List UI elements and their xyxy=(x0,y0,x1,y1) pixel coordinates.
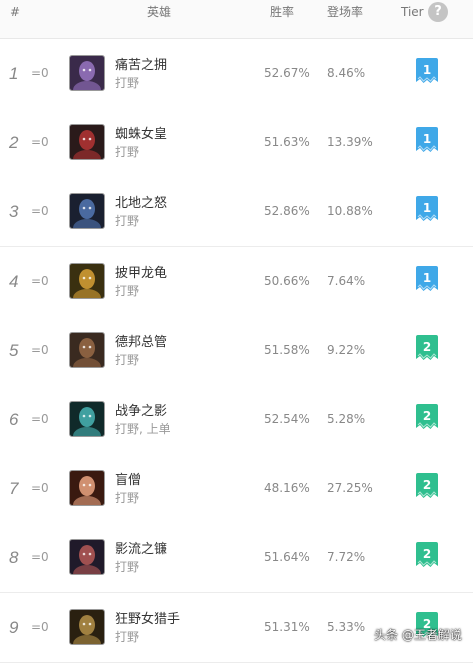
hero-role: 打野 xyxy=(115,491,140,505)
rank-change: =0 xyxy=(31,550,49,564)
hero-role: 打野 xyxy=(115,353,140,367)
hero-name[interactable]: 蜘蛛女皇 xyxy=(115,123,167,142)
hero-column-header[interactable]: 英雄 xyxy=(147,2,171,22)
pick-rate-value: 5.28% xyxy=(327,412,366,426)
table-row[interactable]: 8 =0 影流之镰打野 51.64% 7.72% 2 xyxy=(0,523,473,593)
pick-rate-column-header[interactable]: 登场率 xyxy=(327,2,363,22)
win-rate-value: 52.54% xyxy=(264,412,310,426)
hero-name[interactable]: 战争之影 xyxy=(115,400,167,419)
rank-change: =0 xyxy=(31,481,49,495)
rank-change: =0 xyxy=(31,412,49,426)
tier-badge-icon: 1 xyxy=(416,266,438,291)
pick-rate-value: 7.72% xyxy=(327,550,366,564)
hero-name[interactable]: 披甲龙龟 xyxy=(115,262,167,281)
tier-badge-icon: 2 xyxy=(416,404,438,429)
table-row[interactable]: 1 =0 痛苦之拥打野 52.67% 8.46% 1 xyxy=(0,39,473,109)
tier-value: 1 xyxy=(423,271,431,285)
rank-number: 3 xyxy=(9,202,19,221)
table-row[interactable]: 7 =0 盲僧打野 48.16% 27.25% 2 xyxy=(0,454,473,524)
hero-role: 打野 xyxy=(115,76,140,90)
hero-name[interactable]: 北地之怒 xyxy=(115,192,167,211)
tier-badge-icon: 2 xyxy=(416,473,438,498)
hero-name[interactable]: 痛苦之拥 xyxy=(115,54,167,73)
hero-role: 打野 xyxy=(115,145,140,159)
rank-number: 9 xyxy=(9,618,19,637)
rank-change: =0 xyxy=(31,204,49,218)
rank-change: =0 xyxy=(31,620,49,634)
win-rate-value: 51.31% xyxy=(264,620,310,634)
hero-role: 打野 xyxy=(115,630,140,644)
tier-badge-icon: 1 xyxy=(416,58,438,83)
rank-number: 7 xyxy=(9,479,19,498)
rank-number: 6 xyxy=(9,410,19,429)
tier-column-header[interactable]: Tier xyxy=(401,2,424,22)
hero-name[interactable]: 狂野女猎手 xyxy=(115,608,180,627)
hero-avatar[interactable] xyxy=(69,401,105,437)
hero-avatar[interactable] xyxy=(69,263,105,299)
rank-number: 4 xyxy=(9,272,19,291)
rank-column-header[interactable]: # xyxy=(10,2,20,22)
table-row[interactable]: 5 =0 德邦总管打野 51.58% 9.22% 2 xyxy=(0,316,473,386)
win-rate-value: 52.86% xyxy=(264,204,310,218)
watermark: 头条 @王者解说 xyxy=(374,628,462,642)
tier-badge-icon: 2 xyxy=(416,542,438,567)
win-rate-value: 48.16% xyxy=(264,481,310,495)
tier-badge-icon: 2 xyxy=(416,335,438,360)
table-row[interactable]: 2 =0 蜘蛛女皇打野 51.63% 13.39% 1 xyxy=(0,108,473,178)
win-rate-column-header[interactable]: 胜率 xyxy=(270,2,294,22)
help-icon[interactable]: ? xyxy=(428,2,448,22)
win-rate-value: 51.58% xyxy=(264,343,310,357)
table-row[interactable]: 3 =0 北地之怒打野 52.86% 10.88% 1 xyxy=(0,177,473,247)
hero-avatar[interactable] xyxy=(69,55,105,91)
rank-change: =0 xyxy=(31,343,49,357)
rank-change: =0 xyxy=(31,66,49,80)
tier-badge-icon: 1 xyxy=(416,196,438,221)
hero-name[interactable]: 德邦总管 xyxy=(115,331,167,350)
hero-role: 打野 xyxy=(115,214,140,228)
hero-avatar[interactable] xyxy=(69,470,105,506)
table-row[interactable]: 6 =0 战争之影打野, 上单 52.54% 5.28% 2 xyxy=(0,385,473,455)
hero-role: 打野 xyxy=(115,560,140,574)
table-row[interactable]: 4 =0 披甲龙龟打野 50.66% 7.64% 1 xyxy=(0,247,473,317)
rank-number: 1 xyxy=(9,64,19,83)
pick-rate-value: 9.22% xyxy=(327,343,366,357)
win-rate-value: 51.64% xyxy=(264,550,310,564)
hero-avatar[interactable] xyxy=(69,193,105,229)
hero-avatar[interactable] xyxy=(69,539,105,575)
pick-rate-value: 7.64% xyxy=(327,274,366,288)
rank-change: =0 xyxy=(31,274,49,288)
tier-value: 2 xyxy=(423,547,431,561)
hero-avatar[interactable] xyxy=(69,332,105,368)
hero-name[interactable]: 盲僧 xyxy=(115,469,141,488)
hero-avatar[interactable] xyxy=(69,124,105,160)
hero-avatar[interactable] xyxy=(69,609,105,645)
rank-number: 2 xyxy=(9,133,19,152)
rank-change: =0 xyxy=(31,135,49,149)
tier-value: 1 xyxy=(423,63,431,77)
rank-number: 5 xyxy=(9,341,19,360)
tier-value: 1 xyxy=(423,132,431,146)
hero-role: 打野, 上单 xyxy=(115,422,171,436)
win-rate-value: 51.63% xyxy=(264,135,310,149)
tier-badge-icon: 1 xyxy=(416,127,438,152)
tier-value: 2 xyxy=(423,409,431,423)
hero-name[interactable]: 影流之镰 xyxy=(115,538,167,557)
tier-value: 2 xyxy=(423,340,431,354)
hero-role: 打野 xyxy=(115,284,140,298)
tier-value: 2 xyxy=(423,478,431,492)
win-rate-value: 50.66% xyxy=(264,274,310,288)
table-header: # 英雄 胜率 登场率 Tier ? xyxy=(0,0,473,39)
win-rate-value: 52.67% xyxy=(264,66,310,80)
tier-value: 1 xyxy=(423,201,431,215)
pick-rate-value: 27.25% xyxy=(327,481,373,495)
rank-number: 8 xyxy=(9,548,19,567)
pick-rate-value: 5.33% xyxy=(327,620,366,634)
pick-rate-value: 13.39% xyxy=(327,135,373,149)
pick-rate-value: 8.46% xyxy=(327,66,366,80)
pick-rate-value: 10.88% xyxy=(327,204,373,218)
